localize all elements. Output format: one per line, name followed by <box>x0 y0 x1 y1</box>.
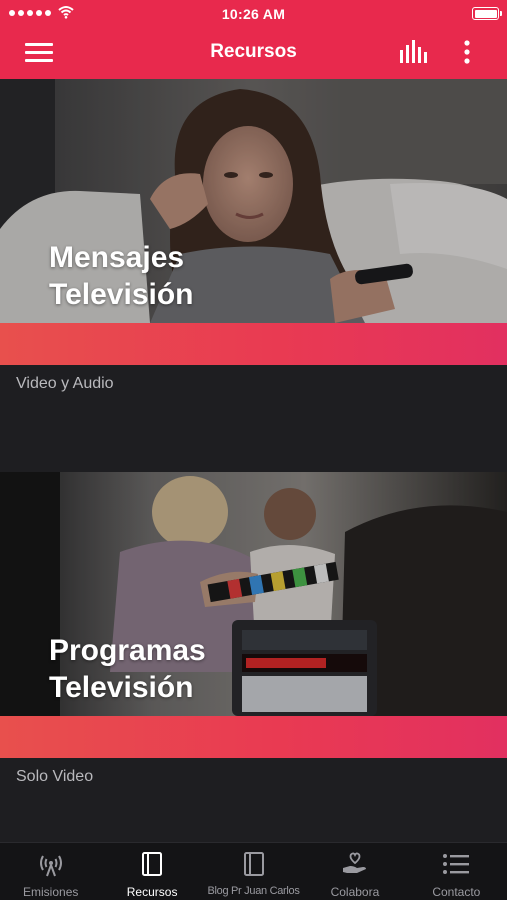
tab-label: Blog Pr Juan Carlos <box>207 885 300 897</box>
resource-card-programas[interactable]: Programas Televisión Solo Video <box>0 472 507 842</box>
battery-icon <box>472 7 502 20</box>
status-bar: 10:26 AM <box>0 0 507 26</box>
tab-recursos[interactable]: Recursos <box>101 843 202 900</box>
bottom-tab-bar: Emisiones Recursos Blog Pr Juan Carlos C… <box>0 842 507 900</box>
card-accent-band <box>0 716 507 758</box>
tab-label: Contacto <box>432 885 481 899</box>
app-header: Recursos <box>0 26 507 79</box>
more-vertical-icon[interactable] <box>455 39 479 67</box>
heart-hand-icon <box>341 850 369 878</box>
tab-blog[interactable]: Blog Pr Juan Carlos <box>203 843 304 900</box>
bar-chart-icon[interactable] <box>397 39 433 65</box>
tab-colabora[interactable]: Colabora <box>304 843 405 900</box>
list-icon <box>442 850 470 878</box>
resource-card-mensajes[interactable]: Mensajes Televisión Video y Audio <box>0 79 507 472</box>
status-time: 10:26 AM <box>221 6 286 22</box>
card-title-line1: Programas <box>49 634 206 667</box>
card-accent-band <box>0 323 507 365</box>
tab-label: Recursos <box>126 885 178 899</box>
card-title-line1: Mensajes <box>49 241 185 274</box>
card-subtitle: Video y Audio <box>16 375 114 392</box>
broadcast-icon <box>37 850 65 878</box>
tab-contacto[interactable]: Contacto <box>406 843 507 900</box>
tab-label: Emisiones <box>23 885 79 899</box>
tab-emisiones[interactable]: Emisiones <box>0 843 101 900</box>
card-title-line2: Televisión <box>49 671 194 704</box>
book-outline-icon <box>240 850 268 878</box>
card-title: Mensajes Televisión <box>49 239 194 313</box>
card-subtitle: Solo Video <box>16 768 94 785</box>
card-title: Programas Televisión <box>49 632 206 706</box>
tab-label: Colabora <box>330 885 380 899</box>
card-title-line2: Televisión <box>49 278 194 311</box>
book-icon <box>138 850 166 878</box>
